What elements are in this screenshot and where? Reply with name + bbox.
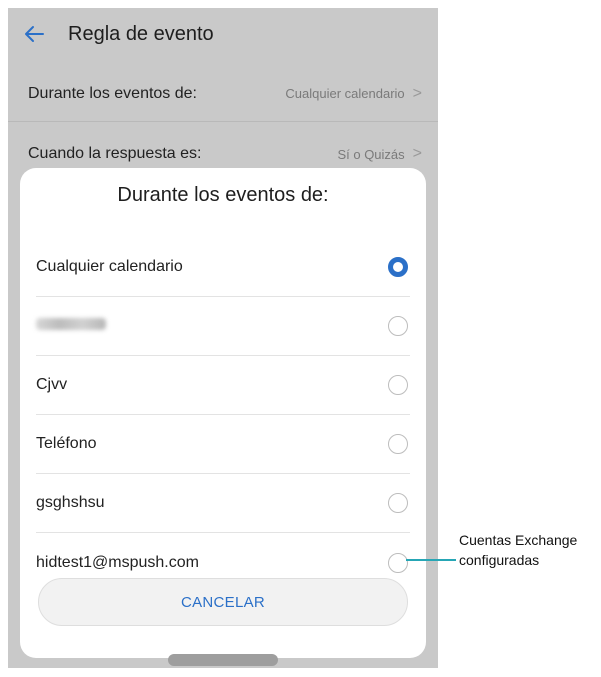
callout-annotation: Cuentas Exchange configuradas xyxy=(459,530,577,570)
cancel-button[interactable]: CANCELAR xyxy=(38,578,408,626)
setting-row-events[interactable]: Durante los eventos de: Cualquier calend… xyxy=(8,66,438,122)
option-label: hidtest1@mspush.com xyxy=(36,553,199,571)
top-bar: Regla de evento xyxy=(8,8,438,60)
chevron-right-icon: > xyxy=(412,84,422,102)
setting-value: Sí o Quizás xyxy=(337,146,405,162)
option-any-calendar[interactable]: Cualquier calendario xyxy=(36,238,410,297)
callout-line1: Cuentas Exchange xyxy=(459,532,578,548)
option-label: gsghshsu xyxy=(36,494,105,511)
radio-unselected-icon[interactable] xyxy=(388,375,408,395)
radio-unselected-icon[interactable] xyxy=(388,316,408,336)
option-label: Cualquier calendario xyxy=(36,258,183,275)
dialog-title: Durante los eventos de: xyxy=(117,184,329,206)
callout-line2: configuradas xyxy=(459,552,540,568)
radio-selected-icon[interactable] xyxy=(388,257,408,277)
setting-label: Cuando la respuesta es: xyxy=(28,145,202,162)
setting-value: Cualquier calendario xyxy=(285,86,405,101)
chevron-right-icon: > xyxy=(412,145,422,162)
option-blurred-account[interactable] xyxy=(36,297,410,356)
home-indicator xyxy=(168,654,278,666)
callout-line xyxy=(406,559,456,561)
radio-unselected-icon[interactable] xyxy=(388,552,408,573)
option-cjvv[interactable]: Cjvv xyxy=(36,356,410,415)
phone-screen: Regla de evento Durante los eventos de: … xyxy=(8,8,438,668)
arrow-left-icon xyxy=(25,26,44,42)
blurred-text-icon xyxy=(36,318,106,330)
option-label-blurred xyxy=(36,317,388,335)
calendar-picker-dialog: Durante los eventos de: Cualquier calend… xyxy=(20,168,426,658)
option-gsghshsu[interactable]: gsghshsu xyxy=(36,474,410,533)
option-label: Cjvv xyxy=(36,376,68,393)
radio-unselected-icon[interactable] xyxy=(388,493,408,513)
setting-label: Durante los eventos de: xyxy=(28,84,197,102)
back-button[interactable] xyxy=(8,8,60,60)
option-telefono[interactable]: Teléfono xyxy=(36,415,410,474)
page-title: Regla de evento xyxy=(68,22,214,45)
option-label: Teléfono xyxy=(36,435,97,452)
radio-unselected-icon[interactable] xyxy=(388,434,408,454)
